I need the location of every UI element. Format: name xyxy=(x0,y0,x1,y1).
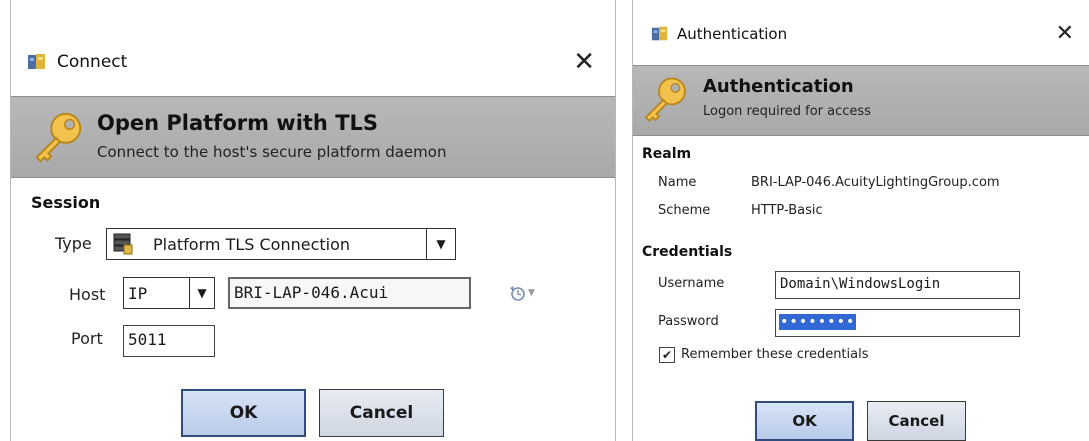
type-select-value: Platform TLS Connection xyxy=(153,234,351,254)
remember-checkbox[interactable]: ✔ xyxy=(659,347,675,363)
header-title: Open Platform with TLS xyxy=(97,111,379,135)
key-icon xyxy=(639,74,691,126)
remember-label[interactable]: Remember these credentials xyxy=(681,347,869,362)
key-icon xyxy=(29,109,87,167)
header-title: Authentication xyxy=(703,76,854,97)
auth-header: Authentication Logon required for access xyxy=(633,65,1089,136)
ok-button[interactable]: OK xyxy=(181,389,306,437)
connect-header: Open Platform with TLS Connect to the ho… xyxy=(11,96,615,178)
session-section-title: Session xyxy=(31,193,101,212)
authentication-dialog: Authentication ✕ Authentication Logon re… xyxy=(632,0,1089,441)
header-subtitle: Connect to the host's secure platform da… xyxy=(97,143,447,161)
name-label: Name xyxy=(658,175,697,190)
host-input[interactable]: BRI-LAP-046.Acui xyxy=(228,277,471,309)
host-mode-value: IP xyxy=(128,283,148,303)
credentials-section-title: Credentials xyxy=(642,244,733,260)
port-label: Port xyxy=(71,329,103,348)
username-input[interactable]: Domain\WindowsLogin xyxy=(775,271,1020,299)
scheme-label: Scheme xyxy=(658,203,711,218)
ok-button[interactable]: OK xyxy=(755,401,854,441)
header-subtitle: Logon required for access xyxy=(703,104,871,119)
port-input[interactable]: 5011 xyxy=(123,325,215,357)
app-icon xyxy=(651,25,669,43)
chevron-down-icon[interactable]: ▼ xyxy=(528,288,535,298)
connect-titlebar: Connect ✕ xyxy=(11,42,615,82)
server-icon xyxy=(113,233,133,255)
history-icon[interactable]: ▼ xyxy=(508,281,548,305)
close-icon[interactable]: ✕ xyxy=(573,49,595,75)
chevron-down-icon[interactable]: ▼ xyxy=(189,278,214,308)
name-value: BRI-LAP-046.AcuityLightingGroup.com xyxy=(751,175,1000,190)
connect-title: Connect xyxy=(57,52,128,72)
cancel-button[interactable]: Cancel xyxy=(867,401,966,441)
scheme-value: HTTP-Basic xyxy=(751,203,823,218)
close-icon[interactable]: ✕ xyxy=(1056,23,1074,45)
password-label: Password xyxy=(658,314,719,329)
connect-dialog: Connect ✕ Open Platform with TLS Connect… xyxy=(10,0,616,441)
password-masked-value: •••••••• xyxy=(779,314,857,330)
realm-section-title: Realm xyxy=(642,146,692,162)
type-select[interactable]: Platform TLS Connection ▼ xyxy=(106,228,456,260)
app-icon xyxy=(27,52,47,72)
host-mode-select[interactable]: IP ▼ xyxy=(123,277,215,309)
auth-title: Authentication xyxy=(677,25,788,43)
cancel-button[interactable]: Cancel xyxy=(319,389,444,437)
host-label: Host xyxy=(69,285,106,304)
type-label: Type xyxy=(55,234,92,253)
username-label: Username xyxy=(658,276,725,291)
chevron-down-icon[interactable]: ▼ xyxy=(426,229,455,259)
auth-titlebar: Authentication ✕ xyxy=(633,16,1089,52)
password-input[interactable]: •••••••• xyxy=(775,309,1020,337)
